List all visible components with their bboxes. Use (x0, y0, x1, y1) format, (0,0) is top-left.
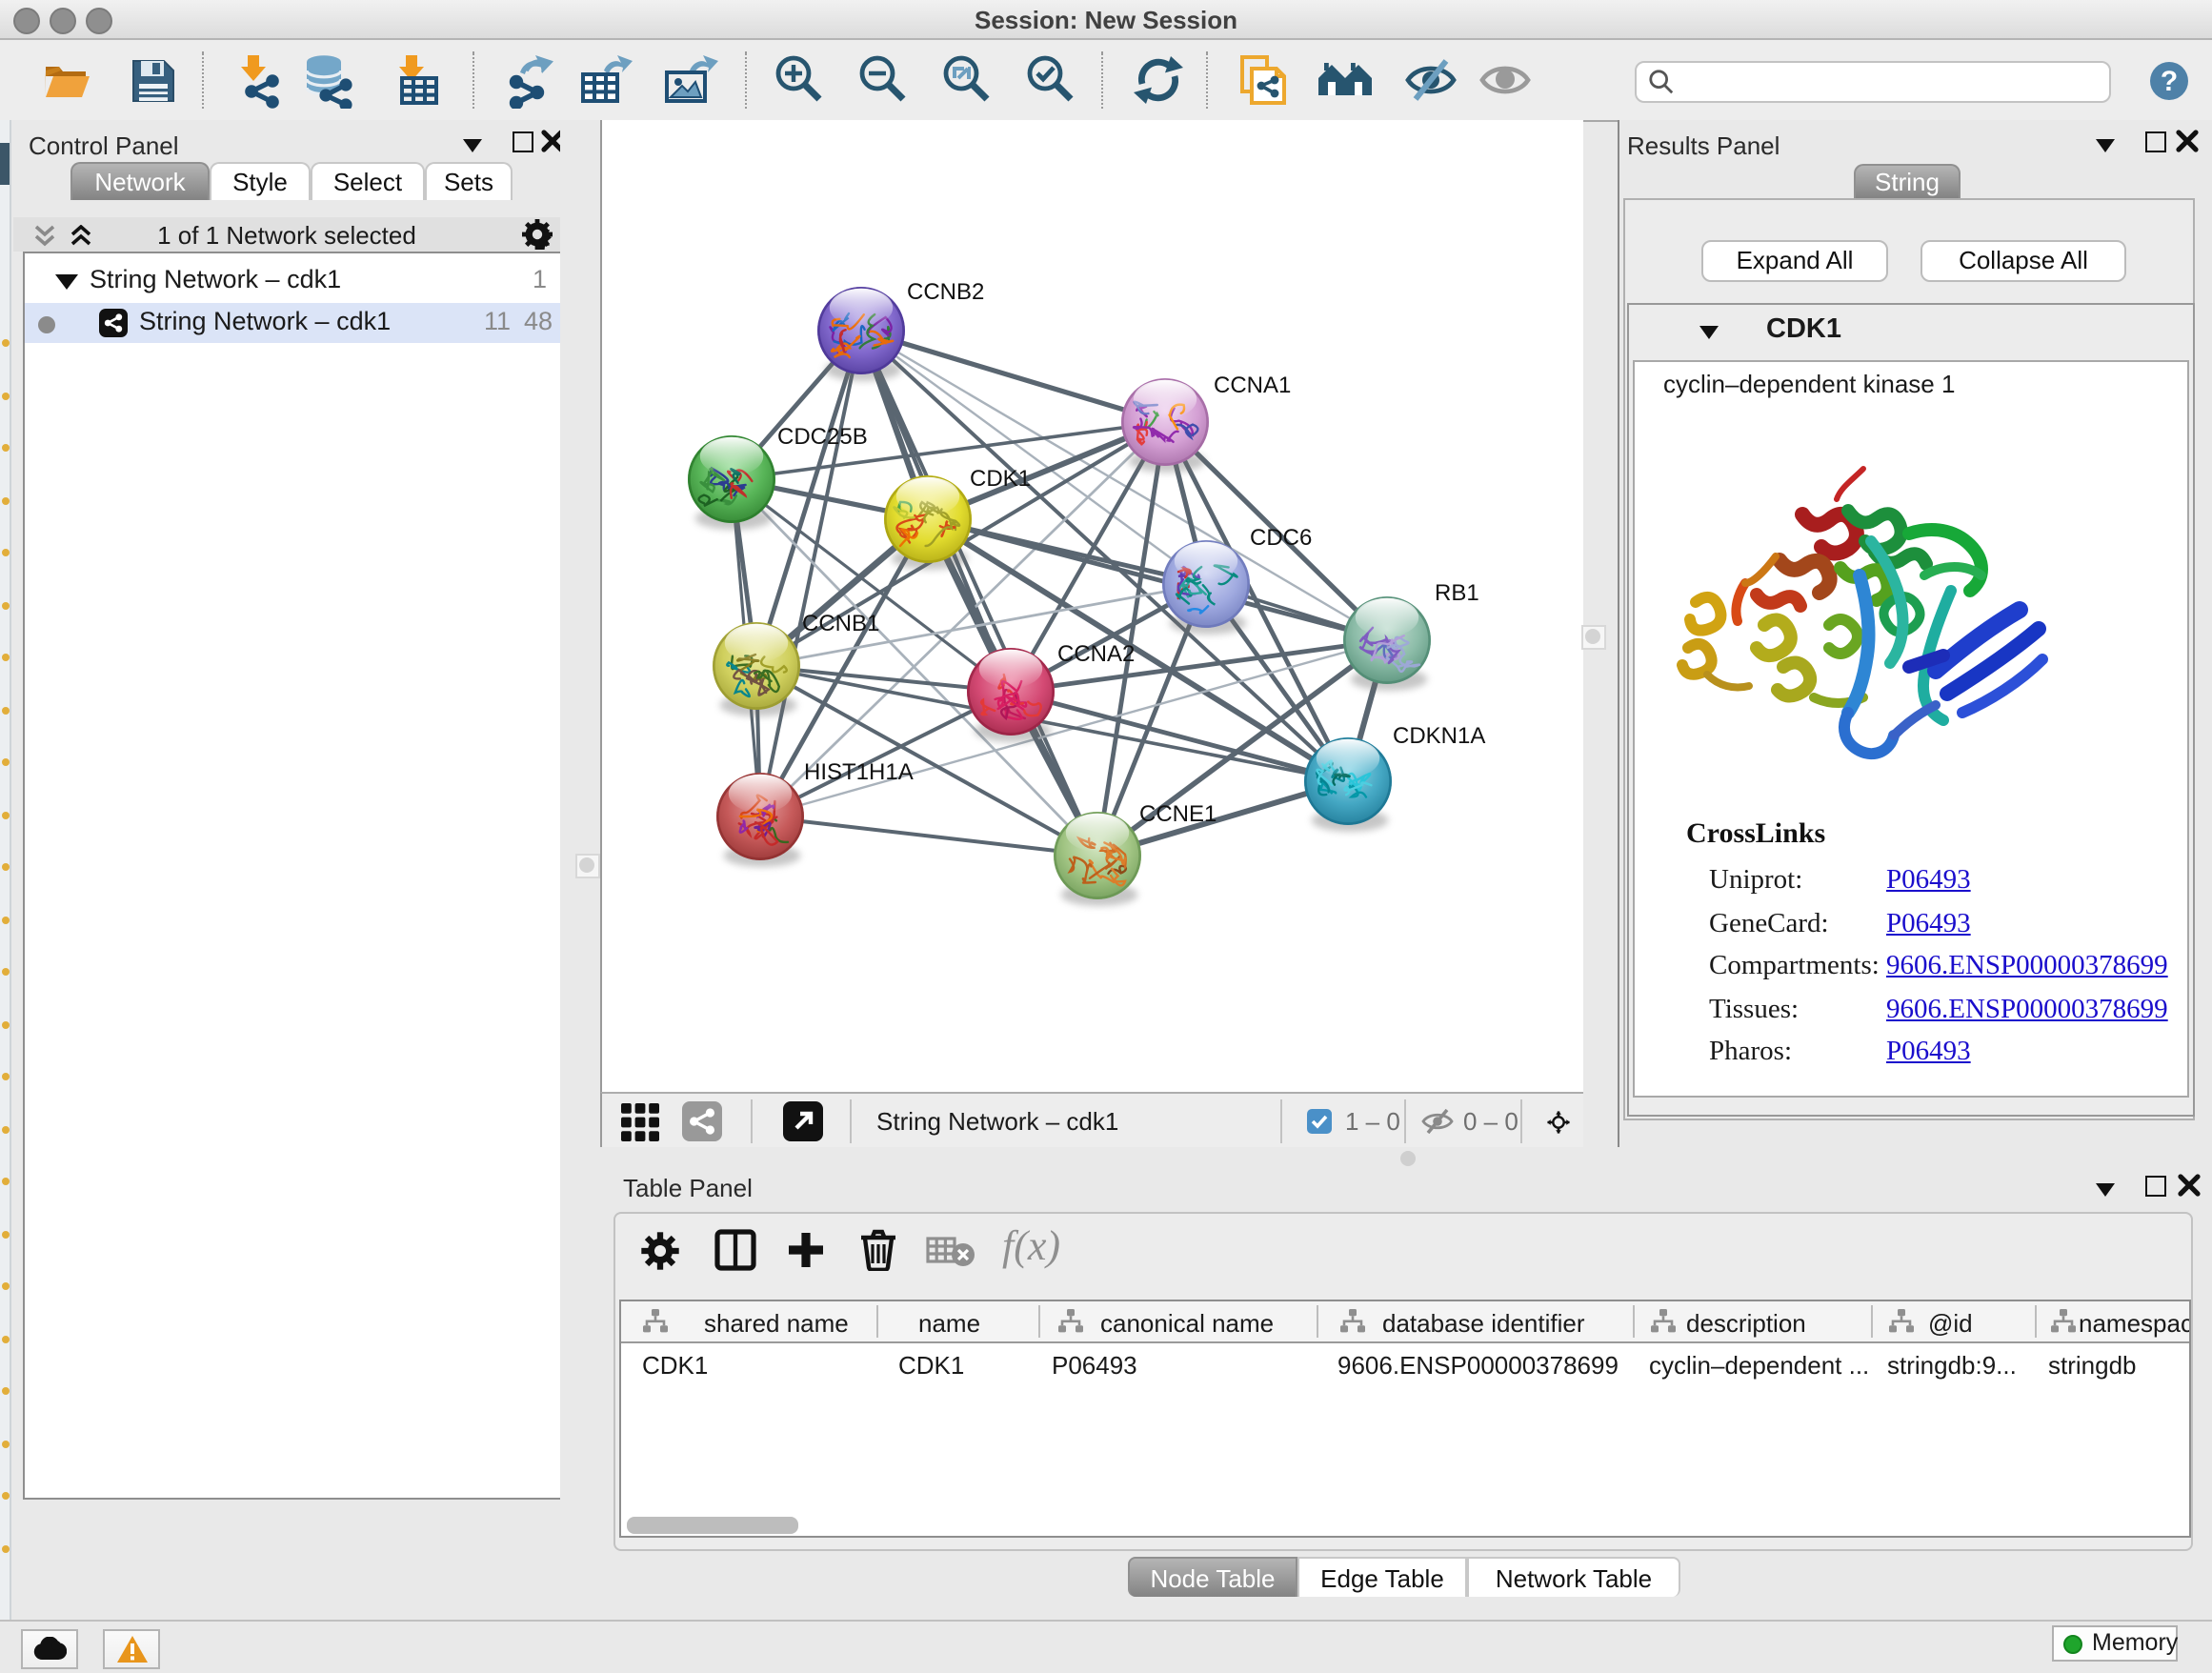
svg-text:CCNA1: CCNA1 (1214, 373, 1291, 398)
svg-text:RB1: RB1 (1435, 580, 1479, 606)
svg-text:CCNE1: CCNE1 (1139, 801, 1217, 827)
svg-text:CDC6: CDC6 (1250, 525, 1312, 551)
svg-text:CCNA2: CCNA2 (1057, 641, 1135, 667)
svg-text:?: ? (2161, 66, 2178, 97)
svg-text:CCNB1: CCNB1 (802, 611, 879, 636)
svg-text:HIST1H1A: HIST1H1A (804, 759, 914, 785)
svg-text:CCNB2: CCNB2 (907, 279, 984, 305)
svg-text:CDKN1A: CDKN1A (1393, 723, 1485, 749)
svg-text:CDK1: CDK1 (970, 466, 1031, 492)
svg-text:CDC25B: CDC25B (777, 424, 868, 450)
